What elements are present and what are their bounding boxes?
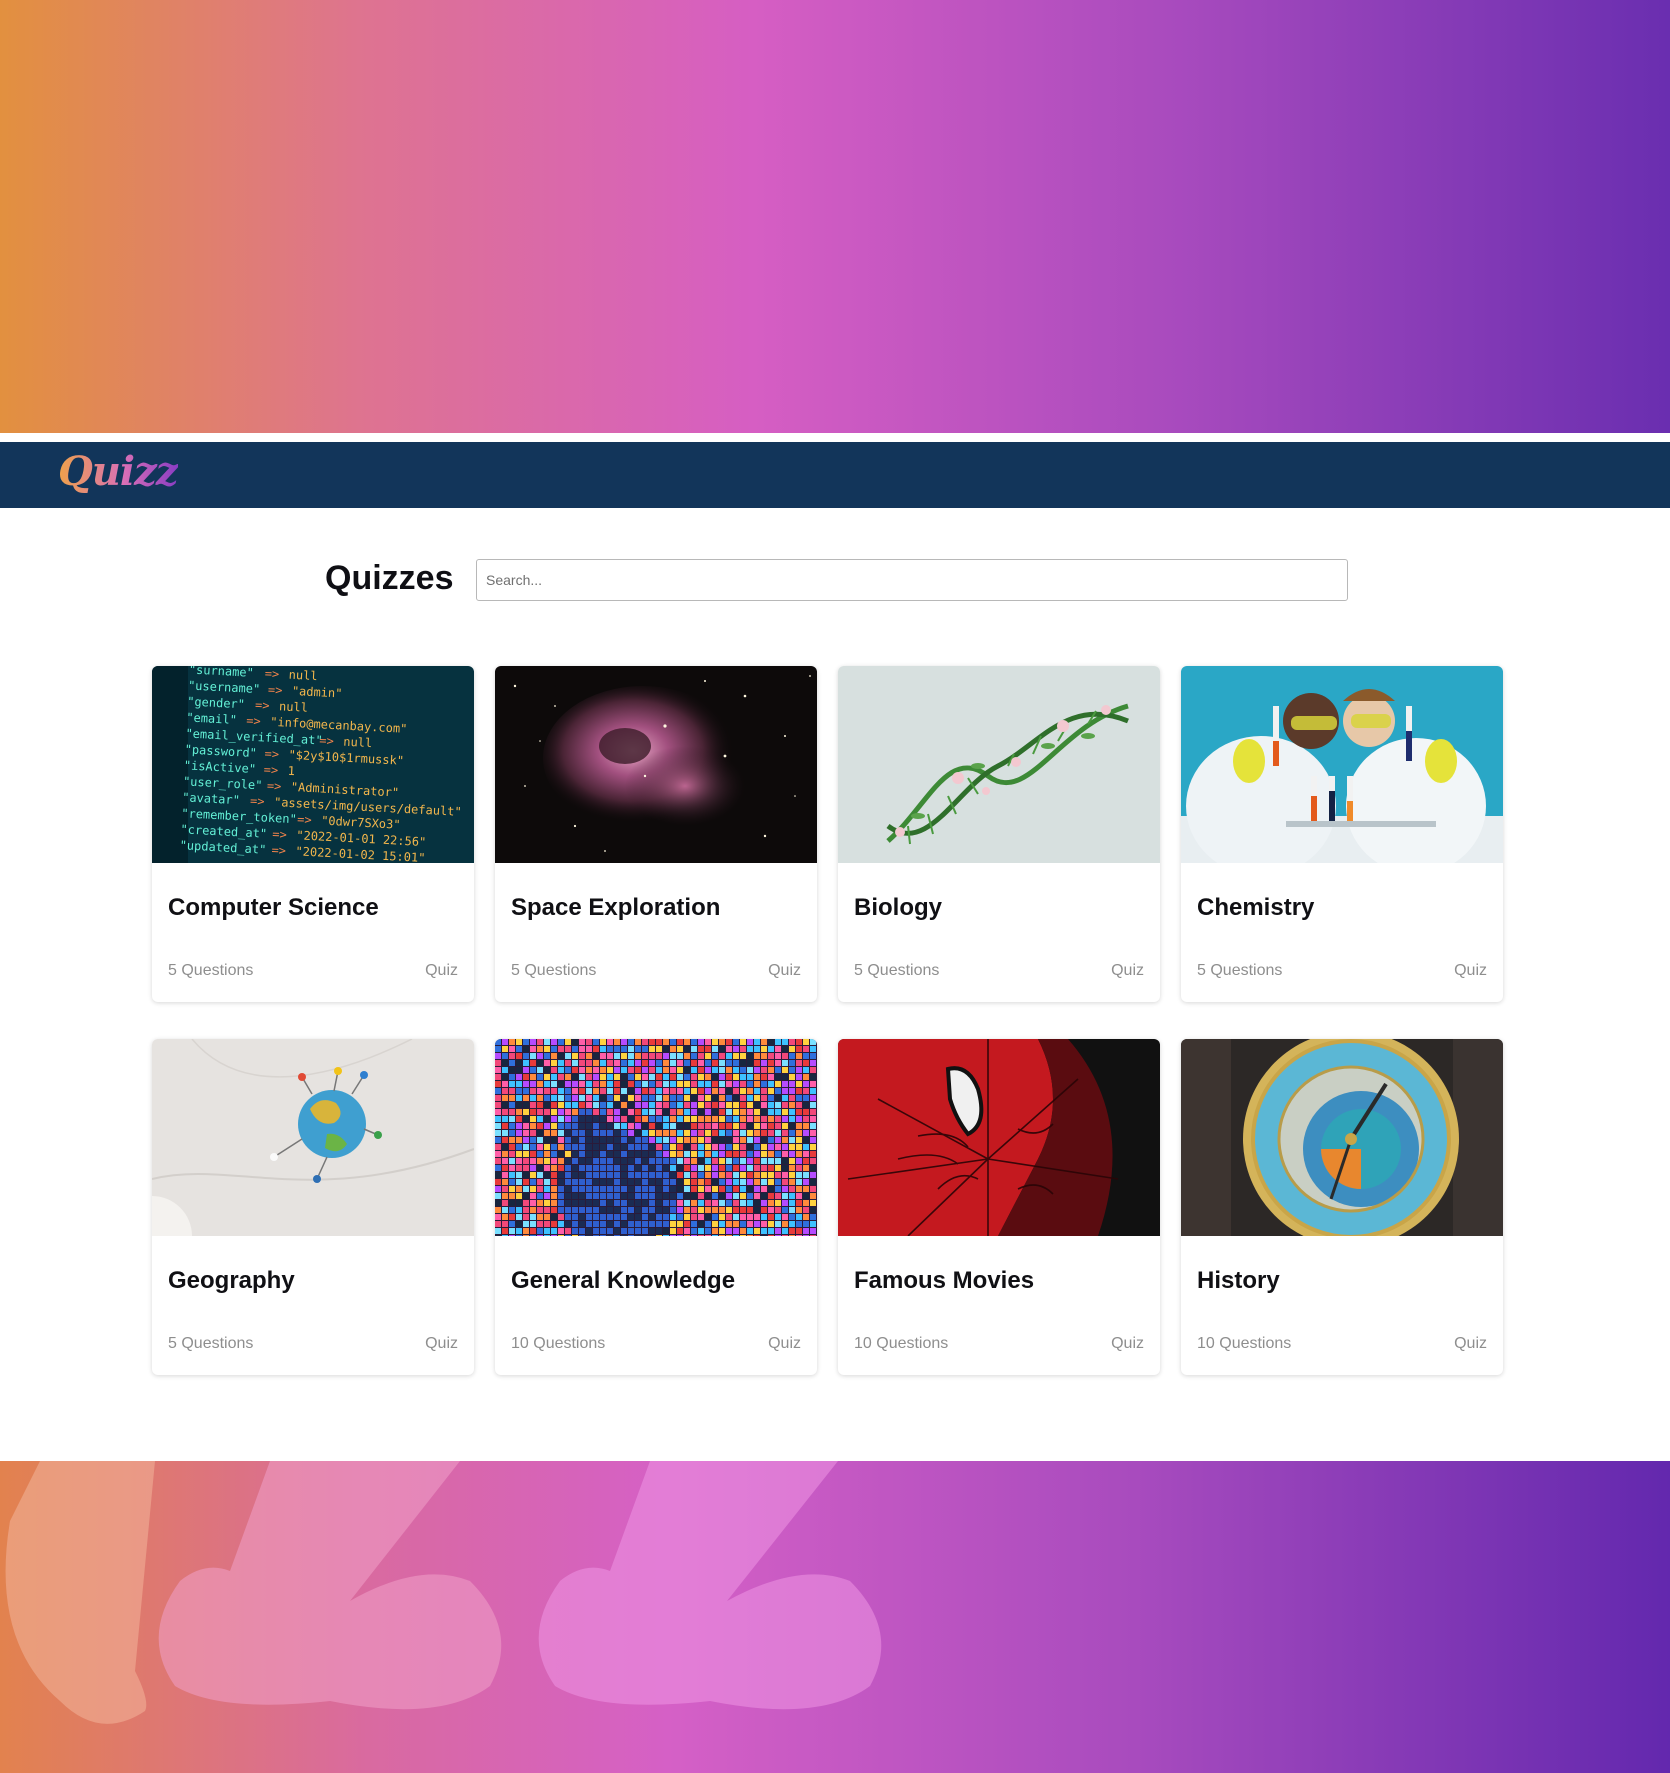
- quiz-type-label: Quiz: [1111, 962, 1144, 979]
- question-count: 5 Questions: [854, 962, 940, 979]
- svg-text:"admin": "admin": [292, 684, 343, 701]
- quiz-card-title: Biology: [854, 894, 942, 921]
- pixel-mosaic-image: [495, 1039, 817, 1236]
- quiz-card-title: Geography: [168, 1267, 295, 1294]
- quiz-card-meta: 5 Questions Quiz: [854, 962, 1144, 980]
- quiz-card-space-exploration[interactable]: Space Exploration 5 Questions Quiz: [495, 666, 817, 1002]
- svg-text:"email": "email": [186, 710, 237, 727]
- quiz-card-title: Computer Science: [168, 894, 379, 921]
- quiz-card-chemistry[interactable]: Chemistry 5 Questions Quiz: [1181, 666, 1503, 1002]
- svg-text:=>: =>: [297, 812, 312, 827]
- svg-text:null: null: [343, 735, 373, 750]
- quiz-type-label: Quiz: [1454, 962, 1487, 979]
- nebula-image: [495, 666, 817, 863]
- spiderman-mask-image: [838, 1039, 1160, 1236]
- astronomical-clock-image: [1181, 1039, 1503, 1236]
- quiz-card-title: Chemistry: [1197, 894, 1315, 921]
- quiz-card-title: Space Exploration: [511, 894, 721, 921]
- svg-text:=>: =>: [267, 779, 282, 794]
- hero-divider: [0, 433, 1670, 442]
- svg-text:=>: =>: [255, 698, 270, 713]
- logo[interactable]: Quizz: [58, 448, 179, 495]
- quiz-card-meta: 10 Questions Quiz: [1197, 1335, 1487, 1353]
- svg-text:=>: =>: [319, 733, 334, 748]
- question-count: 5 Questions: [168, 1335, 254, 1352]
- code-screen-image: "surname" => null "username" => "admin" "gen…: [152, 666, 474, 863]
- svg-text:null: null: [279, 699, 309, 714]
- globe-pins-image: [152, 1039, 474, 1236]
- svg-text:=>: =>: [246, 714, 261, 729]
- quiz-card-computer-science[interactable]: "surname" => null "username" => "admin" "gen…: [152, 666, 474, 1002]
- quiz-grid: "surname" => null "username" => "admin" "gen…: [152, 666, 1503, 1375]
- quiz-card-meta: 5 Questions Quiz: [1197, 962, 1487, 980]
- quiz-card-meta: 10 Questions Quiz: [854, 1335, 1144, 1353]
- svg-text:=>: =>: [250, 794, 265, 809]
- svg-text:=>: =>: [272, 827, 287, 842]
- quiz-card-meta: 5 Questions Quiz: [168, 962, 458, 980]
- question-count: 10 Questions: [511, 1335, 606, 1352]
- quiz-card-general-knowledge[interactable]: General Knowledge 10 Questions Quiz: [495, 1039, 817, 1375]
- hero-banner: [0, 0, 1670, 433]
- navbar: Quizz: [0, 442, 1670, 508]
- quiz-card-history[interactable]: History 10 Questions Quiz: [1181, 1039, 1503, 1375]
- svg-text:=>: =>: [271, 843, 286, 858]
- quiz-type-label: Quiz: [768, 1335, 801, 1352]
- footer-banner: [0, 1461, 1670, 1773]
- main-content: Quizzes "surname"=>null "username"=>"adm…: [0, 508, 1670, 1461]
- quiz-type-label: Quiz: [1454, 1335, 1487, 1352]
- svg-text:=>: =>: [264, 666, 279, 681]
- svg-text:=>: =>: [263, 762, 278, 777]
- question-count: 10 Questions: [1197, 1335, 1292, 1352]
- quiz-card-famous-movies[interactable]: Famous Movies 10 Questions Quiz: [838, 1039, 1160, 1375]
- svg-text:=>: =>: [264, 747, 279, 762]
- quiz-card-title: General Knowledge: [511, 1267, 736, 1294]
- quiz-card-title: History: [1197, 1267, 1280, 1294]
- quiz-type-label: Quiz: [1111, 1335, 1144, 1352]
- search-input[interactable]: [476, 559, 1348, 601]
- dna-flowers-image: [838, 666, 1160, 863]
- question-count: 5 Questions: [1197, 962, 1283, 979]
- lab-scientists-image: [1181, 666, 1503, 863]
- quiz-card-geography[interactable]: Geography 5 Questions Quiz: [152, 1039, 474, 1375]
- quiz-card-meta: 10 Questions Quiz: [511, 1335, 801, 1353]
- question-count: 10 Questions: [854, 1335, 949, 1352]
- page-title: Quizzes: [325, 559, 454, 597]
- svg-text:=>: =>: [268, 683, 283, 698]
- svg-text:1: 1: [287, 764, 295, 778]
- quiz-card-meta: 5 Questions Quiz: [168, 1335, 458, 1353]
- svg-text:null: null: [288, 668, 318, 683]
- quiz-card-title: Famous Movies: [854, 1267, 1035, 1294]
- quiz-card-biology[interactable]: Biology 5 Questions Quiz: [838, 666, 1160, 1002]
- footer-logo-watermark: [5, 1461, 882, 1724]
- quiz-type-label: Quiz: [768, 962, 801, 979]
- quiz-type-label: Quiz: [425, 962, 458, 979]
- question-count: 5 Questions: [511, 962, 597, 979]
- question-count: 5 Questions: [168, 962, 254, 979]
- quiz-card-meta: 5 Questions Quiz: [511, 962, 801, 980]
- quiz-type-label: Quiz: [425, 1335, 458, 1352]
